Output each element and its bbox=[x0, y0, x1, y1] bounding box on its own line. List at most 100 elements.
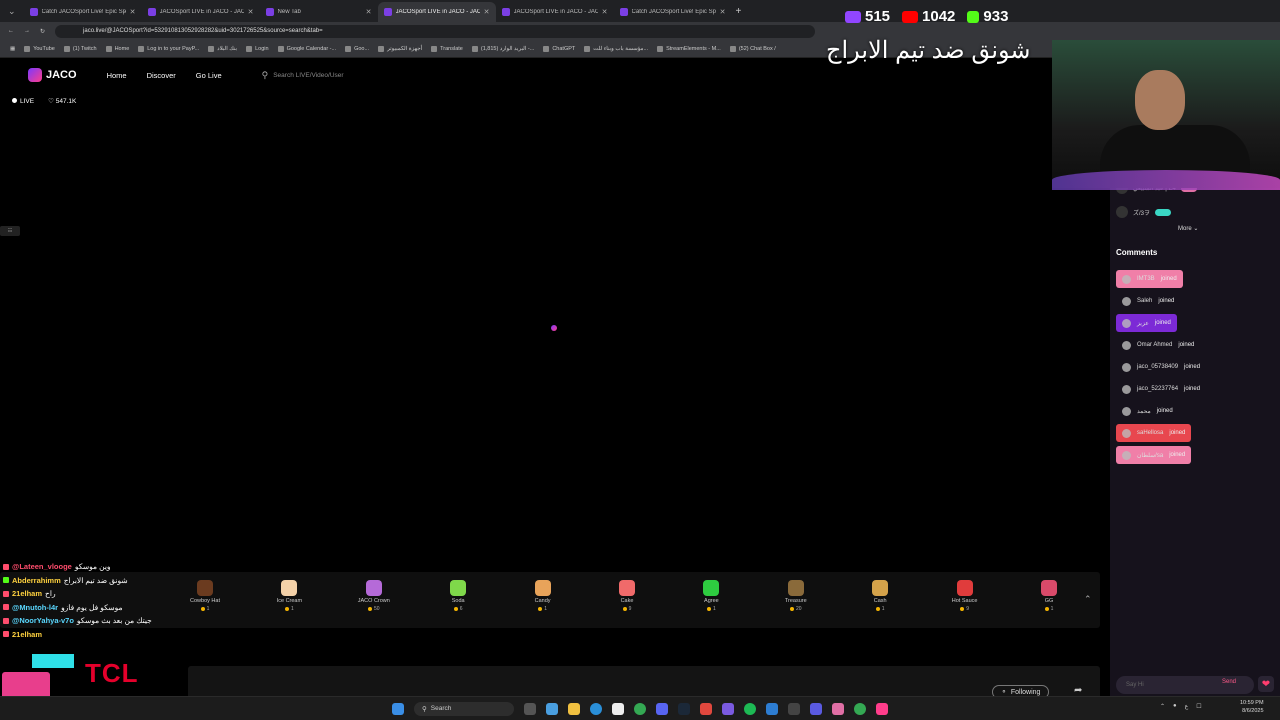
bookmark-item[interactable]: بنك البلاد bbox=[208, 45, 237, 52]
bookmark-item[interactable]: YouTube bbox=[24, 45, 55, 52]
close-icon[interactable]: ✕ bbox=[366, 8, 372, 16]
jaco-logo[interactable]: JACO bbox=[28, 68, 77, 82]
search-input[interactable]: Search LIVE/Video/User bbox=[273, 72, 343, 79]
youtube-icon bbox=[902, 10, 919, 23]
more-button[interactable]: More ⌄ bbox=[1178, 225, 1198, 232]
gift-item[interactable]: Cake 9 bbox=[597, 580, 657, 612]
network-icon[interactable]: ☐ bbox=[1196, 703, 1201, 710]
browser-tab[interactable]: Catch JACOSport Live! Epic Sp̶c ✕ bbox=[24, 2, 142, 22]
comment-user[interactable]: Omar Ahmed bbox=[1137, 342, 1172, 348]
gift-item[interactable]: JACO Crown 50 bbox=[344, 580, 404, 612]
send-button[interactable]: Send bbox=[1222, 679, 1236, 685]
gift-icon bbox=[534, 580, 551, 596]
bookmark-item[interactable]: StreamElements - M... bbox=[657, 45, 721, 52]
tiktok-icon[interactable] bbox=[876, 702, 888, 715]
comment-user[interactable]: saHellosa bbox=[1137, 430, 1163, 436]
discord-icon[interactable] bbox=[656, 702, 668, 715]
pixel-decoration bbox=[32, 654, 74, 668]
bookmark-item[interactable]: أجهزة الكمبيوتر bbox=[378, 45, 422, 52]
nav-discover[interactable]: Discover bbox=[147, 71, 176, 80]
viewer-item[interactable]: ズ/3ヲ bbox=[1116, 206, 1172, 218]
taskbar-clock[interactable]: 10:59 PM 8/6/2025 bbox=[1240, 699, 1264, 715]
comment-user[interactable]: jaco_52237764 bbox=[1137, 386, 1178, 392]
gift-item[interactable]: Soda 6 bbox=[428, 580, 488, 612]
comment-user[interactable]: محمد bbox=[1137, 408, 1151, 415]
gift-item[interactable]: Hot Sauce 9 bbox=[935, 580, 995, 612]
close-icon[interactable]: ✕ bbox=[484, 8, 490, 16]
app-icon[interactable] bbox=[700, 702, 712, 715]
gift-item[interactable]: Treasure 20 bbox=[766, 580, 826, 612]
browser-tab[interactable]: New Tab ✕ bbox=[260, 2, 378, 22]
bookmark-item[interactable]: ChatGPT bbox=[543, 45, 575, 52]
app-icon[interactable] bbox=[810, 702, 822, 715]
windows-start-icon[interactable] bbox=[392, 702, 404, 715]
comment-user[interactable]: IMT3B bbox=[1137, 276, 1155, 282]
gift-item[interactable]: Candy 1 bbox=[513, 580, 573, 612]
app-icon[interactable] bbox=[832, 702, 844, 715]
chevron-up-icon[interactable]: ⌃ bbox=[1160, 703, 1165, 710]
bookmark-item[interactable]: Translate bbox=[431, 45, 463, 52]
side-tool-icon[interactable]: ☷ bbox=[0, 226, 20, 236]
app-icon[interactable] bbox=[722, 702, 734, 715]
app-icon[interactable] bbox=[788, 702, 800, 715]
close-icon[interactable]: ✕ bbox=[248, 8, 254, 16]
app-icon[interactable] bbox=[612, 702, 624, 715]
platform-icon bbox=[3, 590, 9, 597]
likes-count: ♡ 547.1K bbox=[48, 98, 77, 105]
close-icon[interactable]: ✕ bbox=[602, 8, 608, 16]
address-bar[interactable]: jaco.live/@JACOSport?id=5329108130529282… bbox=[55, 24, 816, 38]
comment-user[interactable]: سلطان/sa bbox=[1137, 452, 1163, 459]
share-icon[interactable]: ➦ bbox=[1074, 685, 1082, 696]
gift-item[interactable]: Cash 1 bbox=[850, 580, 910, 612]
steam-icon[interactable] bbox=[678, 702, 690, 715]
chat-user: @NoorYahya-v7o bbox=[12, 616, 74, 625]
taskbar-search[interactable]: ⚲ Search bbox=[414, 701, 514, 716]
app-icon[interactable] bbox=[766, 702, 778, 715]
back-icon[interactable]: ← bbox=[8, 28, 14, 34]
file-explorer-icon[interactable] bbox=[568, 702, 580, 715]
nav-go-live[interactable]: Go Live bbox=[196, 71, 222, 80]
search-box[interactable]: ⚲ Search LIVE/Video/User bbox=[262, 70, 344, 81]
bookmark-item[interactable]: Google Calendar -... bbox=[277, 45, 336, 52]
bookmark-item[interactable]: Goo... bbox=[345, 45, 369, 52]
language-icon[interactable]: ع bbox=[1185, 703, 1189, 710]
bookmark-item[interactable]: (1,815) البريد الوارد -... bbox=[471, 45, 534, 52]
app-icon[interactable] bbox=[546, 702, 558, 715]
comment-user[interactable]: Saleh bbox=[1137, 298, 1152, 304]
new-tab-button[interactable]: + bbox=[732, 6, 742, 17]
nav-home[interactable]: Home bbox=[107, 71, 127, 80]
tab-search-icon[interactable]: ⌄ bbox=[0, 6, 24, 17]
windows-taskbar: ⚲ Search bbox=[0, 696, 1280, 720]
heart-icon[interactable]: ❤ bbox=[1258, 676, 1274, 692]
bookmark-favicon bbox=[138, 45, 145, 52]
gift-item[interactable]: Agree 1 bbox=[681, 580, 741, 612]
chrome-icon[interactable] bbox=[854, 702, 866, 715]
chat-user: @Mnutoh-l4r bbox=[12, 602, 59, 612]
bookmark-item[interactable]: Log in to your PayP... bbox=[138, 45, 199, 52]
chrome-icon[interactable] bbox=[634, 702, 646, 715]
browser-tab[interactable]: JACOSport LIVE in JACO - JACO ✕ bbox=[377, 2, 496, 22]
browser-tab[interactable]: Catch JACOSport Live! Epic Sp ✕ bbox=[614, 2, 732, 22]
edge-icon[interactable] bbox=[590, 702, 602, 715]
close-icon[interactable]: ✕ bbox=[130, 8, 136, 16]
chevron-up-icon[interactable]: ⌃ bbox=[1084, 594, 1092, 605]
comment-user[interactable]: jaco_05738409 bbox=[1137, 364, 1178, 370]
forward-icon[interactable]: → bbox=[24, 28, 30, 34]
browser-tab[interactable]: JACOSport LIVE in JACO - JACO ✕ bbox=[496, 2, 614, 22]
task-view-icon[interactable] bbox=[524, 702, 536, 715]
gift-item[interactable]: Ice Cream 1 bbox=[259, 580, 319, 612]
browser-tab[interactable]: JACOSport LIVE in JACO - JACO ✕ bbox=[142, 2, 260, 22]
mic-icon[interactable]: ● bbox=[1173, 703, 1177, 710]
comment-user[interactable]: عزيز bbox=[1137, 320, 1149, 327]
bookmark-item[interactable]: Login bbox=[246, 45, 269, 52]
tab-title: Catch JACOSport Live! Epic Sp bbox=[631, 9, 716, 15]
bookmark-item[interactable]: مؤسسة باب وبناء للت... bbox=[584, 45, 648, 52]
bookmark-item[interactable]: (52) Chat Box / bbox=[729, 45, 776, 52]
reload-icon[interactable]: ↻ bbox=[40, 28, 45, 35]
gift-item[interactable]: GG 1 bbox=[1019, 580, 1079, 612]
apps-icon[interactable]: ▦ bbox=[10, 46, 15, 52]
close-icon[interactable]: ✕ bbox=[720, 8, 726, 16]
bookmark-item[interactable]: Home bbox=[105, 45, 129, 52]
spotify-icon[interactable] bbox=[744, 702, 756, 715]
bookmark-item[interactable]: (1) Twitch bbox=[63, 45, 97, 52]
